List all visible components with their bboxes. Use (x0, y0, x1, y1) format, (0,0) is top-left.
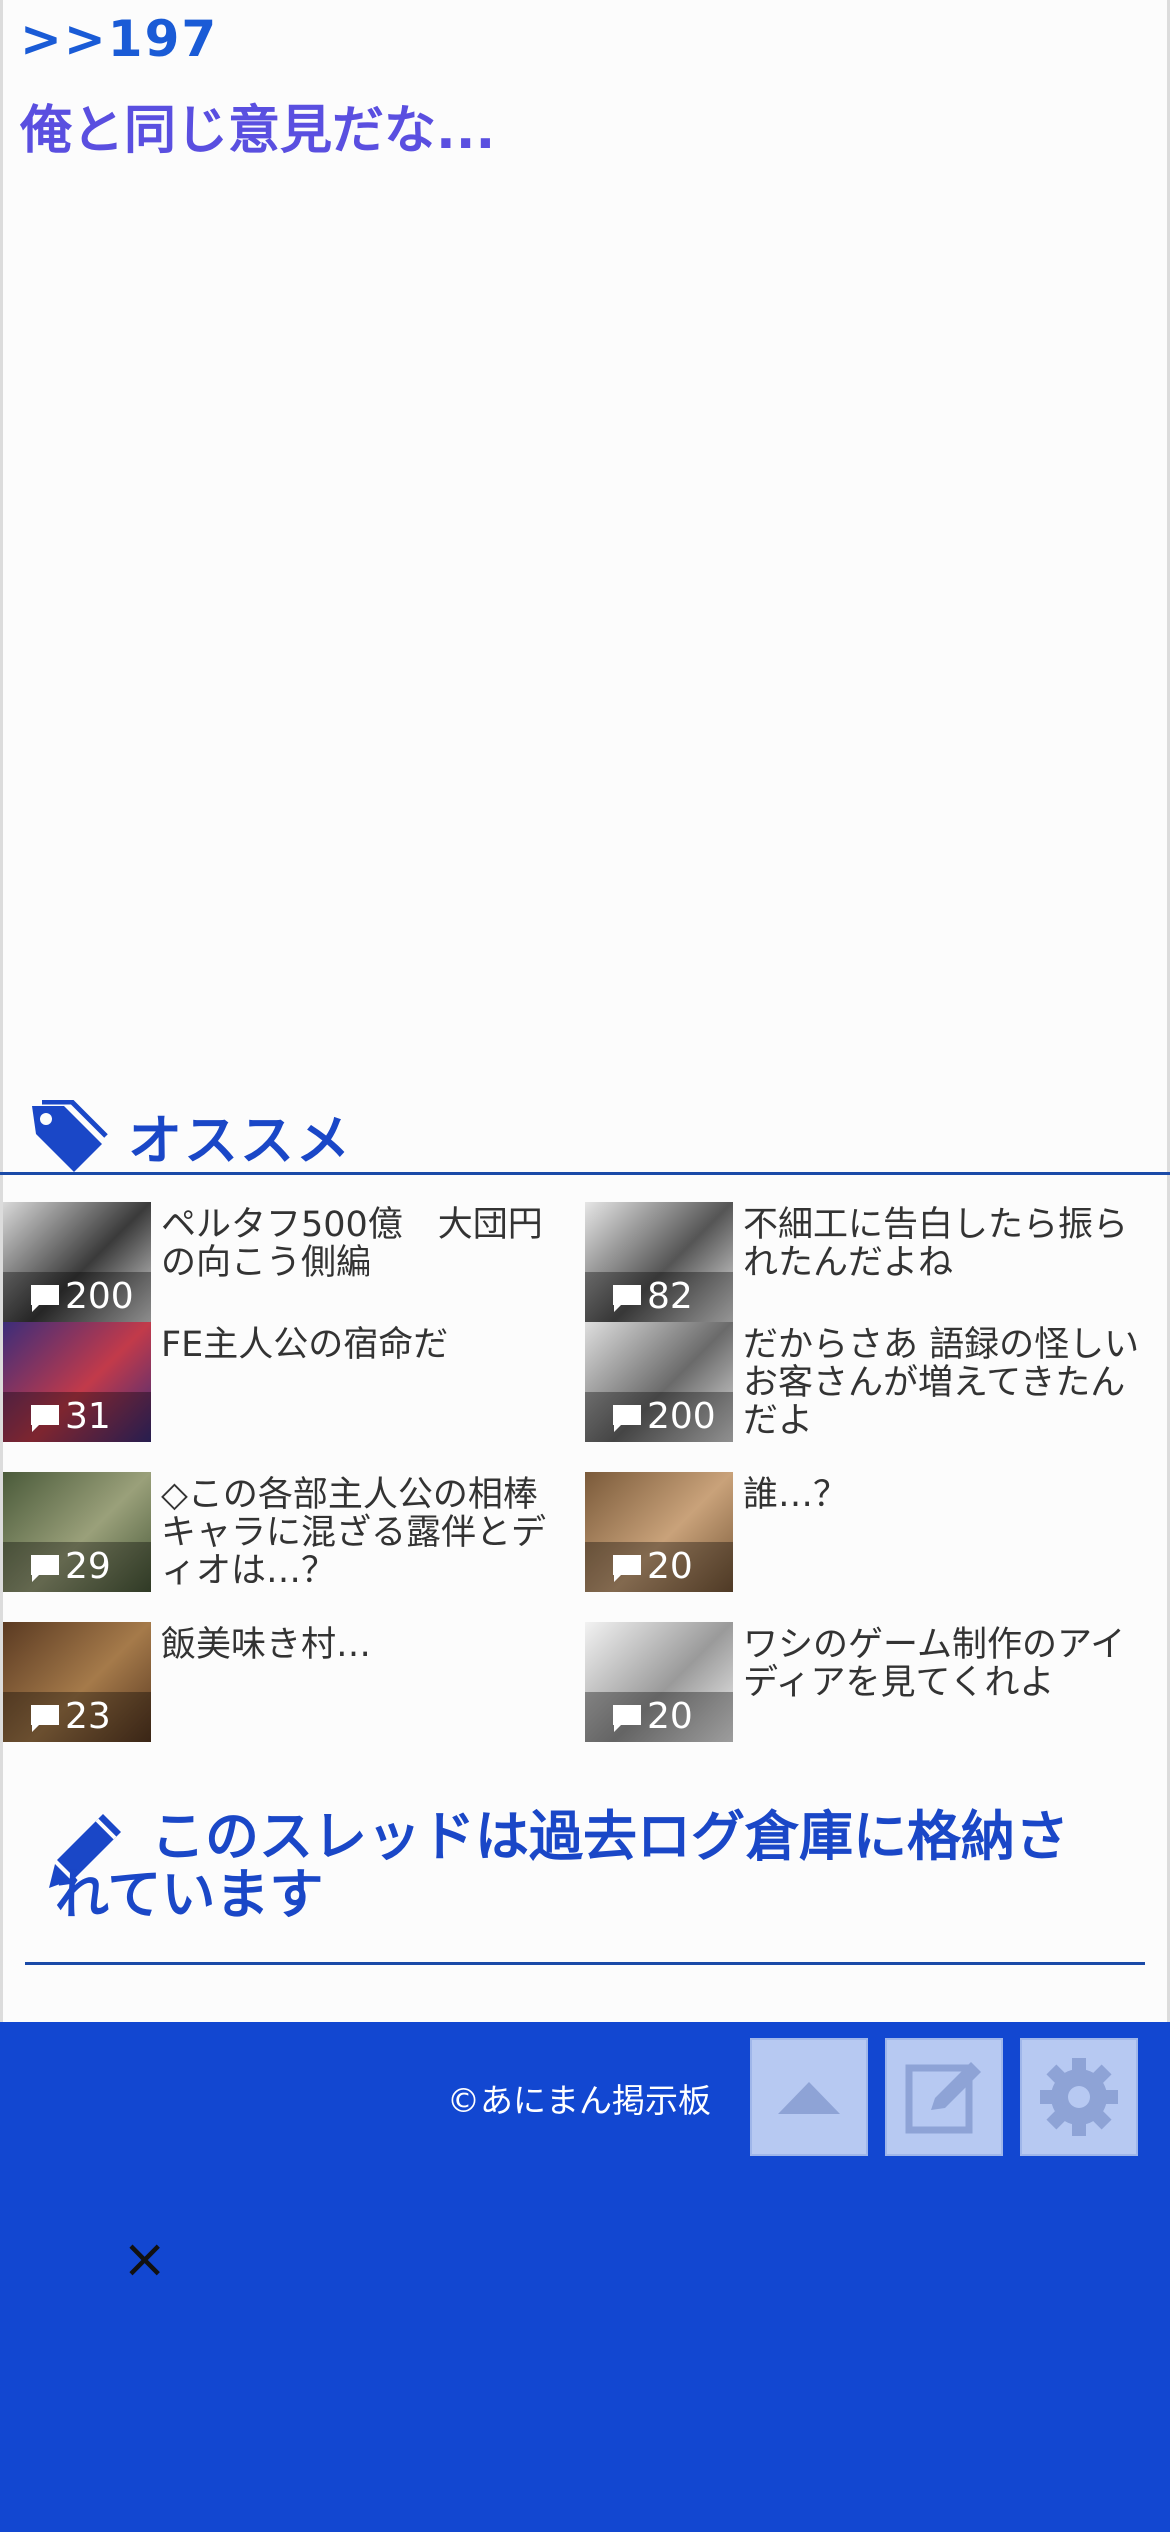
thread-title: FE主人公の宿命だ (161, 1325, 449, 1365)
comment-count: 200 (647, 1396, 716, 1437)
thread-title: ペルタフ500億 大団円の向こう側編 (161, 1205, 543, 1283)
comment-bubble-icon (613, 1405, 641, 1432)
recommend-item[interactable]: 20 誰…？ (585, 1472, 1163, 1596)
scroll-to-top-button[interactable] (750, 2038, 868, 2156)
arrow-up-icon (778, 2082, 840, 2114)
recommend-item[interactable]: 23 飯美味き村… (3, 1622, 581, 1746)
thread-thumbnail: 200 (585, 1322, 733, 1442)
thread-thumbnail: 31 (3, 1322, 151, 1442)
footer: ©あにまん掲示板 × (0, 2022, 1170, 2532)
comment-bubble-icon (31, 1555, 59, 1582)
comment-count-badge: 29 (3, 1542, 151, 1592)
comment-count-badge: 200 (3, 1272, 151, 1322)
post-edit-button[interactable] (885, 2038, 1003, 2156)
recommend-item[interactable]: 29 ◇この各部主人公の相棒キャラに混ざる露伴とディオは…？ (3, 1472, 581, 1596)
comment-count: 20 (647, 1696, 693, 1737)
comment-count: 23 (65, 1696, 111, 1737)
comment-bubble-icon (31, 1285, 59, 1312)
comment-count: 20 (647, 1546, 693, 1587)
recommend-item[interactable]: 200 だからさあ 語録の怪しいお客さんが増えてきたんだよ (585, 1322, 1163, 1446)
recommend-item[interactable]: 31 FE主人公の宿命だ (3, 1322, 581, 1446)
page: >>197 俺と同じ意見だな... オススメ 200 ペルタフ500億 大団円の向… (0, 0, 1170, 2532)
thread-thumbnail: 82 (585, 1202, 733, 1322)
tag-icon (32, 1100, 108, 1172)
thread-title: 飯美味き村… (161, 1625, 372, 1665)
comment-count-badge: 200 (585, 1392, 733, 1442)
gear-icon (1040, 2058, 1118, 2136)
recommend-item[interactable]: 82 不細工に告白したら振られたんだよね (585, 1202, 1163, 1326)
thread-title: ワシのゲーム制作のアイディアを見てくれよ (743, 1625, 1126, 1703)
thread-thumbnail: 23 (3, 1622, 151, 1742)
recommend-item[interactable]: 20 ワシのゲーム制作のアイディアを見てくれよ (585, 1622, 1163, 1746)
comment-count: 82 (647, 1276, 693, 1317)
thread-title: 誰…？ (743, 1475, 849, 1515)
comment-count-badge: 20 (585, 1692, 733, 1742)
comment-bubble-icon (31, 1705, 59, 1732)
thread-title: ◇この各部主人公の相棒キャラに混ざる露伴とディオは…？ (161, 1475, 547, 1591)
thread-thumbnail: 29 (3, 1472, 151, 1592)
comment-bubble-icon (613, 1285, 641, 1312)
close-ad-button[interactable]: × (122, 2232, 167, 2286)
archive-notice-text: このスレッドは過去ログ倉庫に格納されています (55, 1805, 1069, 1926)
recommend-title: オススメ (128, 1109, 352, 1172)
post-comment-text: 俺と同じ意見だな... (20, 101, 496, 161)
edit-icon (905, 2062, 981, 2134)
thread-thumbnail: 200 (3, 1202, 151, 1322)
thread-thumbnail: 20 (585, 1622, 733, 1742)
comment-bubble-icon (613, 1555, 641, 1582)
comment-count: 29 (65, 1546, 111, 1587)
copyright-text: ©あにまん掲示板 (447, 2081, 711, 2120)
thread-title: 不細工に告白したら振られたんだよね (743, 1205, 1129, 1283)
settings-button[interactable] (1020, 2038, 1138, 2156)
thread-title: だからさあ 語録の怪しいお客さんが増えてきたんだよ (743, 1325, 1140, 1441)
comment-bubble-icon (31, 1405, 59, 1432)
comment-count: 31 (65, 1396, 111, 1437)
comment-bubble-icon (613, 1705, 641, 1732)
recommend-item[interactable]: 200 ペルタフ500億 大団円の向こう側編 (3, 1202, 581, 1326)
recommend-header: オススメ (0, 1090, 1170, 1175)
reply-anchor-link[interactable]: >>197 (20, 10, 218, 68)
comment-count: 200 (65, 1276, 134, 1317)
comment-count-badge: 82 (585, 1272, 733, 1322)
comment-count-badge: 20 (585, 1542, 733, 1592)
thread-thumbnail: 20 (585, 1472, 733, 1592)
archive-notice: このスレッドは過去ログ倉庫に格納されています (25, 1790, 1145, 1965)
comment-count-badge: 31 (3, 1392, 151, 1442)
comment-count-badge: 23 (3, 1692, 151, 1742)
